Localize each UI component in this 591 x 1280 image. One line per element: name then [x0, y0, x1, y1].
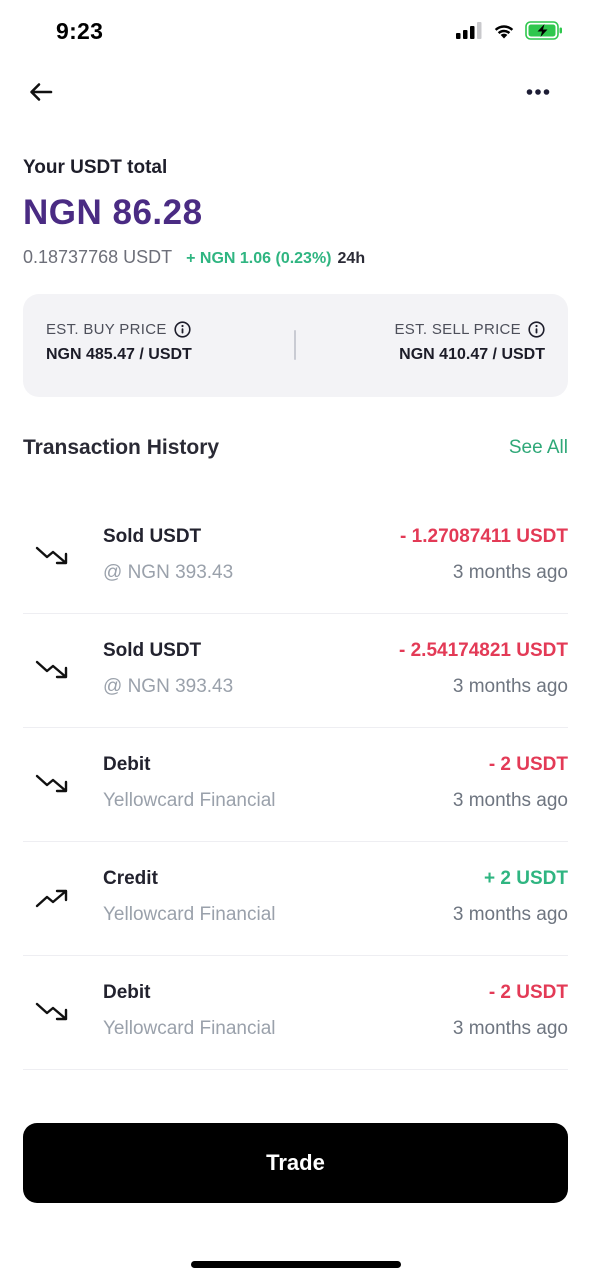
balance-value: NGN 86.28 [23, 193, 203, 232]
usdt-wallet-screen: 9:23 Your USDT total NGN 86.28 0.1873776… [0, 0, 591, 1280]
transaction-detail: @ NGN 393.43 [103, 676, 234, 697]
buy-price-block: EST. BUY PRICE NGN 485.47 / USDT [46, 321, 192, 364]
trade-button[interactable]: Trade [23, 1123, 568, 1203]
trend-up-icon [35, 889, 68, 908]
transaction-item[interactable]: Debit Yellowcard Financial - 2 USDT 3 mo… [23, 728, 568, 842]
status-bar: 9:23 [0, 0, 591, 62]
buy-price-value: NGN 485.47 / USDT [46, 346, 192, 363]
buy-price-label: EST. BUY PRICE [46, 321, 167, 338]
info-icon[interactable] [528, 321, 545, 338]
transaction-amount: - 2 USDT [488, 982, 568, 1003]
transaction-time: 3 months ago [452, 562, 568, 583]
balance-change: + NGN 1.06 (0.23%) [186, 250, 332, 267]
transaction-amount: - 2 USDT [488, 754, 568, 775]
transaction-time: 3 months ago [452, 1018, 568, 1039]
trend-down-icon [35, 774, 68, 793]
status-icons [456, 21, 563, 45]
trend-down-icon [35, 660, 68, 679]
transaction-item[interactable]: Credit Yellowcard Financial + 2 USDT 3 m… [23, 842, 568, 956]
sell-price-label: EST. SELL PRICE [394, 321, 521, 338]
cellular-signal-icon [456, 22, 483, 44]
balance-usdt: 0.18737768 USDT [23, 247, 173, 267]
status-time: 9:23 [56, 18, 104, 44]
transaction-detail: Yellowcard Financial [103, 904, 276, 925]
balance-period: 24h [337, 250, 366, 267]
price-card: EST. BUY PRICE NGN 485.47 / USDT EST. SE… [23, 294, 568, 397]
transaction-time: 3 months ago [452, 790, 568, 811]
balance-details: 0.18737768 USDT + NGN 1.06 (0.23%) 24h [23, 247, 365, 268]
transaction-name: Debit [103, 982, 151, 1003]
transaction-amount: + 2 USDT [484, 868, 568, 889]
transaction-detail: @ NGN 393.43 [103, 562, 234, 583]
transaction-list: Sold USDT @ NGN 393.43 - 1.27087411 USDT… [23, 500, 568, 1070]
transaction-name: Credit [103, 868, 158, 889]
trend-down-icon [35, 546, 68, 565]
more-options-button[interactable] [523, 80, 553, 104]
transaction-amount: - 1.27087411 USDT [400, 526, 568, 547]
transaction-detail: Yellowcard Financial [103, 1018, 276, 1039]
see-all-link[interactable]: See All [509, 437, 568, 459]
transaction-item[interactable]: Sold USDT @ NGN 393.43 - 1.27087411 USDT… [23, 500, 568, 614]
transaction-time: 3 months ago [452, 904, 568, 925]
more-horizontal-icon [526, 89, 550, 95]
transaction-name: Sold USDT [103, 526, 202, 547]
info-icon[interactable] [174, 321, 191, 338]
transaction-detail: Yellowcard Financial [103, 790, 276, 811]
sell-price-value: NGN 410.47 / USDT [399, 346, 545, 363]
transaction-time: 3 months ago [452, 676, 568, 697]
balance-label: Your USDT total [23, 157, 168, 178]
transaction-name: Sold USDT [103, 640, 202, 661]
wifi-icon [493, 22, 515, 44]
home-indicator[interactable] [191, 1261, 401, 1268]
transaction-item[interactable]: Sold USDT @ NGN 393.43 - 2.54174821 USDT… [23, 614, 568, 728]
arrow-left-icon [30, 83, 53, 101]
transaction-amount: - 2.54174821 USDT [399, 640, 568, 661]
back-button[interactable] [26, 78, 56, 106]
battery-charging-icon [525, 21, 563, 45]
transaction-name: Debit [103, 754, 151, 775]
trend-down-icon [35, 1002, 68, 1021]
price-divider [294, 330, 296, 360]
transaction-item[interactable]: Debit Yellowcard Financial - 2 USDT 3 mo… [23, 956, 568, 1070]
sell-price-block: EST. SELL PRICE NGN 410.47 / USDT [395, 321, 546, 364]
transaction-history-title: Transaction History [23, 436, 220, 459]
